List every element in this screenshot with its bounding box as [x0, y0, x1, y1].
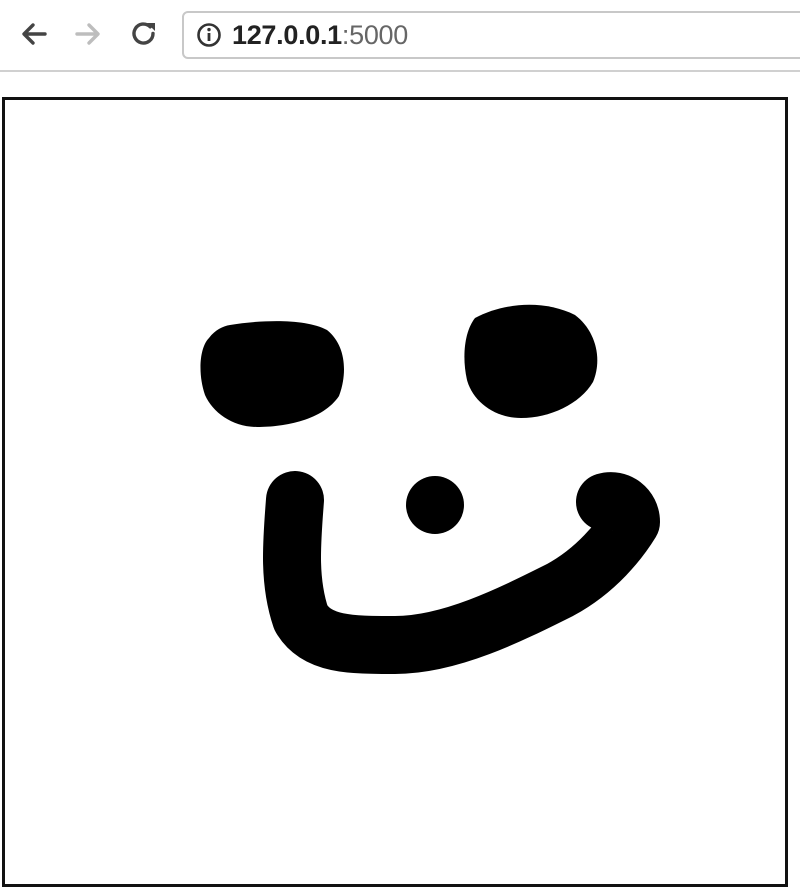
- left-eye-stroke: [200, 321, 344, 427]
- right-eye-stroke: [464, 304, 598, 418]
- forward-button[interactable]: [68, 14, 108, 54]
- drawing-surface[interactable]: [5, 100, 785, 884]
- url-port: :5000: [341, 19, 408, 50]
- arrow-right-icon: [75, 23, 100, 45]
- nose-dot: [406, 476, 464, 534]
- drawing-canvas[interactable]: [2, 97, 788, 887]
- back-button[interactable]: [14, 14, 54, 54]
- info-icon[interactable]: [196, 22, 222, 48]
- address-bar[interactable]: 127.0.0.1:5000: [182, 11, 800, 59]
- browser-toolbar: 127.0.0.1:5000: [0, 0, 800, 72]
- arrow-left-icon: [22, 23, 47, 45]
- smile-stroke: [262, 471, 660, 674]
- reload-button[interactable]: [124, 14, 164, 54]
- reload-icon: [132, 22, 155, 45]
- url-text[interactable]: 127.0.0.1:5000: [232, 20, 408, 51]
- url-host: 127.0.0.1: [232, 19, 342, 50]
